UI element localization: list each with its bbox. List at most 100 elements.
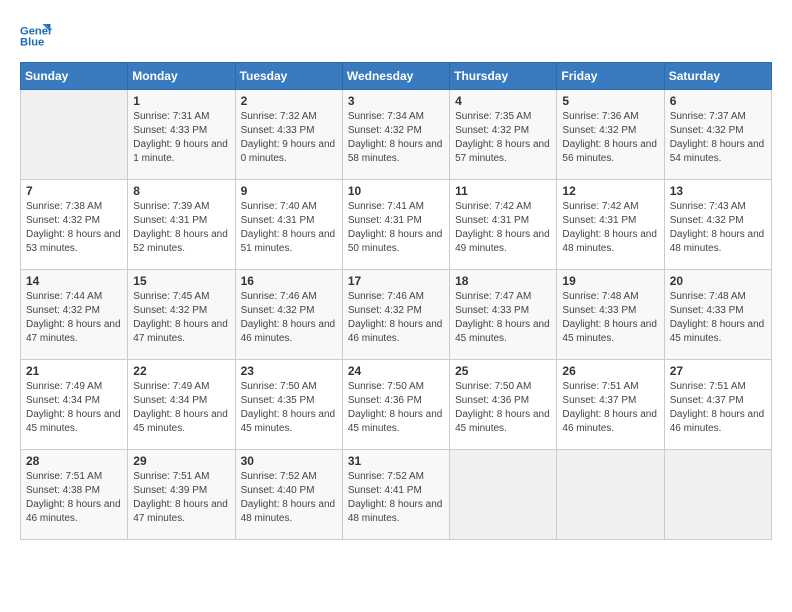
day-number: 23 — [241, 364, 337, 378]
calendar-cell: 21Sunrise: 7:49 AMSunset: 4:34 PMDayligh… — [21, 360, 128, 450]
calendar-cell: 29Sunrise: 7:51 AMSunset: 4:39 PMDayligh… — [128, 450, 235, 540]
day-number: 26 — [562, 364, 658, 378]
weekday-header-tuesday: Tuesday — [235, 63, 342, 90]
calendar-cell: 7Sunrise: 7:38 AMSunset: 4:32 PMDaylight… — [21, 180, 128, 270]
day-info: Sunrise: 7:38 AMSunset: 4:32 PMDaylight:… — [26, 200, 122, 256]
day-info: Sunrise: 7:49 AMSunset: 4:34 PMDaylight:… — [26, 380, 122, 436]
day-info: Sunrise: 7:50 AMSunset: 4:35 PMDaylight:… — [241, 380, 337, 436]
day-info: Sunrise: 7:47 AMSunset: 4:33 PMDaylight:… — [455, 290, 551, 346]
calendar-cell: 19 Sunrise: 7:48 AMSunset: 4:33 PMDayligh… — [557, 270, 664, 360]
day-number: 18 — [455, 274, 551, 288]
day-info: Sunrise: 7:42 AMSunset: 4:31 PMDaylight:… — [562, 200, 658, 256]
calendar-cell — [450, 450, 557, 540]
calendar-cell: 18 Sunrise: 7:47 AMSunset: 4:33 PMDayligh… — [450, 270, 557, 360]
day-info: Sunrise: 7:48 AMSunset: 4:33 PMDaylight:… — [562, 290, 658, 346]
day-number: 20 — [670, 274, 766, 288]
calendar-cell: 3Sunrise: 7:34 AMSunset: 4:32 PMDaylight… — [342, 90, 449, 180]
calendar-cell: 27 Sunrise: 7:51 AMSunset: 4:37 PMDayligh… — [664, 360, 771, 450]
week-row-1: 1 Sunrise: 7:31 AMSunset: 4:33 PMDaylight… — [21, 90, 772, 180]
day-number: 11 — [455, 184, 551, 198]
day-info: Sunrise: 7:32 AMSunset: 4:33 PMDaylight:… — [241, 110, 337, 166]
day-info: Sunrise: 7:31 AMSunset: 4:33 PMDaylight:… — [133, 110, 229, 166]
day-number: 14 — [26, 274, 122, 288]
day-info: Sunrise: 7:43 AMSunset: 4:32 PMDaylight:… — [670, 200, 766, 256]
calendar-cell — [557, 450, 664, 540]
day-info: Sunrise: 7:46 AMSunset: 4:32 PMDaylight:… — [241, 290, 337, 346]
calendar-cell: 25 Sunrise: 7:50 AMSunset: 4:36 PMDayligh… — [450, 360, 557, 450]
weekday-header-wednesday: Wednesday — [342, 63, 449, 90]
calendar-cell: 14Sunrise: 7:44 AMSunset: 4:32 PMDayligh… — [21, 270, 128, 360]
day-number: 8 — [133, 184, 229, 198]
calendar-table: SundayMondayTuesdayWednesdayThursdayFrid… — [20, 62, 772, 540]
day-number: 5 — [562, 94, 658, 108]
weekday-header-row: SundayMondayTuesdayWednesdayThursdayFrid… — [21, 63, 772, 90]
calendar-cell: 12 Sunrise: 7:42 AMSunset: 4:31 PMDayligh… — [557, 180, 664, 270]
calendar-cell: 26 Sunrise: 7:51 AMSunset: 4:37 PMDayligh… — [557, 360, 664, 450]
day-number: 29 — [133, 454, 229, 468]
day-info: Sunrise: 7:51 AMSunset: 4:37 PMDaylight:… — [562, 380, 658, 436]
svg-text:Blue: Blue — [20, 37, 44, 49]
calendar-cell: 17 Sunrise: 7:46 AMSunset: 4:32 PMDayligh… — [342, 270, 449, 360]
day-number: 16 — [241, 274, 337, 288]
week-row-2: 7Sunrise: 7:38 AMSunset: 4:32 PMDaylight… — [21, 180, 772, 270]
page-header: General Blue — [20, 20, 772, 52]
day-number: 22 — [133, 364, 229, 378]
day-info: Sunrise: 7:42 AMSunset: 4:31 PMDaylight:… — [455, 200, 551, 256]
day-number: 19 — [562, 274, 658, 288]
day-number: 6 — [670, 94, 766, 108]
calendar-cell: 11 Sunrise: 7:42 AMSunset: 4:31 PMDayligh… — [450, 180, 557, 270]
day-info: Sunrise: 7:52 AMSunset: 4:41 PMDaylight:… — [348, 470, 444, 526]
day-number: 9 — [241, 184, 337, 198]
day-info: Sunrise: 7:48 AMSunset: 4:33 PMDaylight:… — [670, 290, 766, 346]
day-number: 10 — [348, 184, 444, 198]
weekday-header-thursday: Thursday — [450, 63, 557, 90]
day-number: 15 — [133, 274, 229, 288]
calendar-cell: 8 Sunrise: 7:39 AMSunset: 4:31 PMDaylight… — [128, 180, 235, 270]
calendar-cell — [664, 450, 771, 540]
day-number: 13 — [670, 184, 766, 198]
day-info: Sunrise: 7:52 AMSunset: 4:40 PMDaylight:… — [241, 470, 337, 526]
calendar-cell: 1 Sunrise: 7:31 AMSunset: 4:33 PMDaylight… — [128, 90, 235, 180]
day-number: 1 — [133, 94, 229, 108]
calendar-cell: 4 Sunrise: 7:35 AMSunset: 4:32 PMDaylight… — [450, 90, 557, 180]
day-info: Sunrise: 7:46 AMSunset: 4:32 PMDaylight:… — [348, 290, 444, 346]
day-info: Sunrise: 7:51 AMSunset: 4:37 PMDaylight:… — [670, 380, 766, 436]
day-info: Sunrise: 7:35 AMSunset: 4:32 PMDaylight:… — [455, 110, 551, 166]
day-number: 24 — [348, 364, 444, 378]
calendar-cell: 2 Sunrise: 7:32 AMSunset: 4:33 PMDaylight… — [235, 90, 342, 180]
day-info: Sunrise: 7:40 AMSunset: 4:31 PMDaylight:… — [241, 200, 337, 256]
weekday-header-sunday: Sunday — [21, 63, 128, 90]
day-number: 4 — [455, 94, 551, 108]
day-info: Sunrise: 7:36 AMSunset: 4:32 PMDaylight:… — [562, 110, 658, 166]
calendar-cell: 15 Sunrise: 7:45 AMSunset: 4:32 PMDayligh… — [128, 270, 235, 360]
day-info: Sunrise: 7:41 AMSunset: 4:31 PMDaylight:… — [348, 200, 444, 256]
calendar-cell: 22 Sunrise: 7:49 AMSunset: 4:34 PMDayligh… — [128, 360, 235, 450]
calendar-cell: 5 Sunrise: 7:36 AMSunset: 4:32 PMDaylight… — [557, 90, 664, 180]
day-number: 17 — [348, 274, 444, 288]
day-number: 30 — [241, 454, 337, 468]
day-info: Sunrise: 7:51 AMSunset: 4:38 PMDaylight:… — [26, 470, 122, 526]
week-row-4: 21Sunrise: 7:49 AMSunset: 4:34 PMDayligh… — [21, 360, 772, 450]
day-number: 3 — [348, 94, 444, 108]
day-info: Sunrise: 7:49 AMSunset: 4:34 PMDaylight:… — [133, 380, 229, 436]
day-info: Sunrise: 7:37 AMSunset: 4:32 PMDaylight:… — [670, 110, 766, 166]
day-info: Sunrise: 7:45 AMSunset: 4:32 PMDaylight:… — [133, 290, 229, 346]
calendar-cell: 23 Sunrise: 7:50 AMSunset: 4:35 PMDayligh… — [235, 360, 342, 450]
day-number: 2 — [241, 94, 337, 108]
day-info: Sunrise: 7:50 AMSunset: 4:36 PMDaylight:… — [455, 380, 551, 436]
day-number: 25 — [455, 364, 551, 378]
calendar-cell: 20 Sunrise: 7:48 AMSunset: 4:33 PMDayligh… — [664, 270, 771, 360]
calendar-cell: 9 Sunrise: 7:40 AMSunset: 4:31 PMDaylight… — [235, 180, 342, 270]
calendar-cell: 28Sunrise: 7:51 AMSunset: 4:38 PMDayligh… — [21, 450, 128, 540]
day-number: 27 — [670, 364, 766, 378]
logo-icon: General Blue — [20, 20, 52, 52]
day-number: 31 — [348, 454, 444, 468]
day-number: 12 — [562, 184, 658, 198]
day-info: Sunrise: 7:50 AMSunset: 4:36 PMDaylight:… — [348, 380, 444, 436]
weekday-header-friday: Friday — [557, 63, 664, 90]
weekday-header-saturday: Saturday — [664, 63, 771, 90]
week-row-5: 28Sunrise: 7:51 AMSunset: 4:38 PMDayligh… — [21, 450, 772, 540]
day-info: Sunrise: 7:39 AMSunset: 4:31 PMDaylight:… — [133, 200, 229, 256]
calendar-cell: 16 Sunrise: 7:46 AMSunset: 4:32 PMDayligh… — [235, 270, 342, 360]
calendar-cell: 10 Sunrise: 7:41 AMSunset: 4:31 PMDayligh… — [342, 180, 449, 270]
